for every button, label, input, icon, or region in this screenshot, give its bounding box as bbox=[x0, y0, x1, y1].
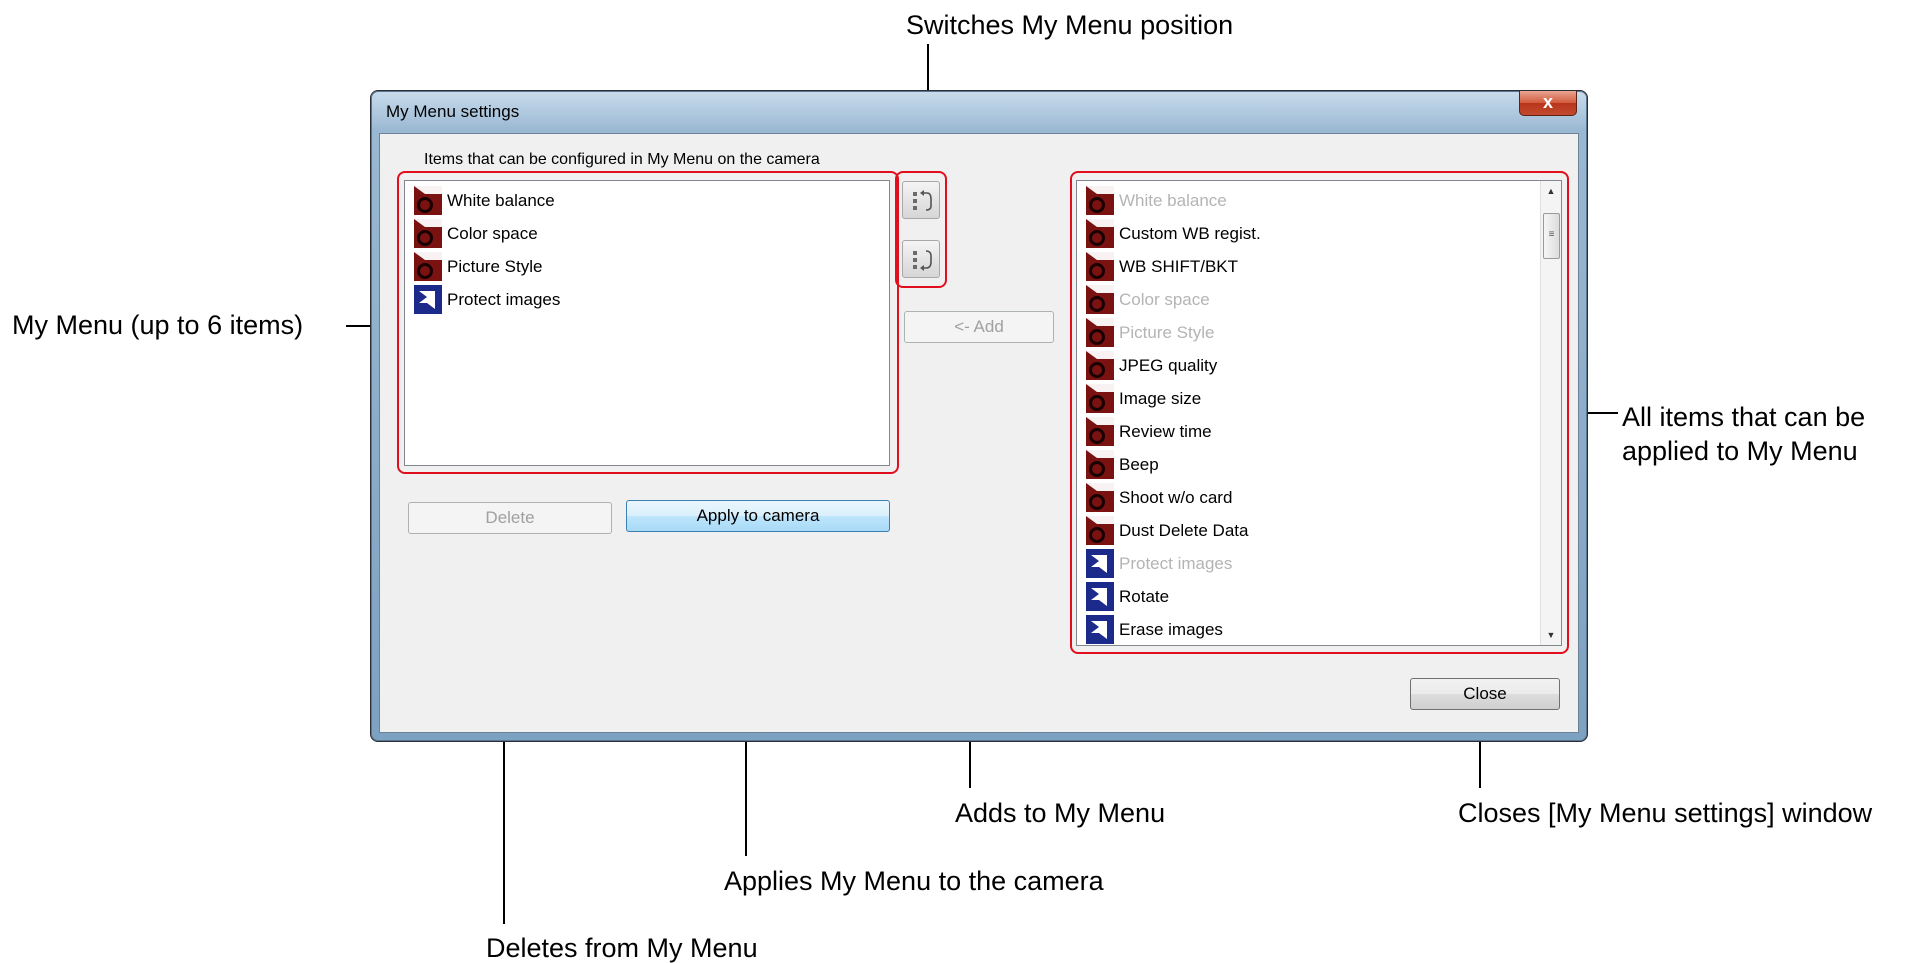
list-item[interactable]: Beep bbox=[1085, 448, 1561, 481]
move-up-button[interactable] bbox=[902, 181, 940, 219]
camera-shooting-icon bbox=[414, 252, 442, 281]
camera-shooting-icon bbox=[1086, 483, 1114, 512]
camera-shooting-icon bbox=[414, 186, 442, 215]
camera-shooting-icon bbox=[1086, 318, 1114, 347]
list-item[interactable]: White balance bbox=[413, 184, 889, 217]
title-bar: My Menu settings x bbox=[371, 91, 1587, 133]
all-items-scrollbar[interactable]: ▲ ≡ ▼ bbox=[1540, 181, 1561, 645]
list-item[interactable]: Picture Style bbox=[1085, 316, 1561, 349]
list-item-label: Shoot w/o card bbox=[1119, 487, 1233, 507]
delete-button[interactable]: Delete bbox=[408, 502, 612, 534]
list-item[interactable]: Protect images bbox=[1085, 547, 1561, 580]
list-item[interactable]: Picture Style bbox=[413, 250, 889, 283]
camera-shooting-icon bbox=[1086, 186, 1114, 215]
list-item[interactable]: Shoot w/o card bbox=[1085, 481, 1561, 514]
callout-all-items-line1: All items that can be bbox=[1622, 402, 1866, 432]
callout-closes: Closes [My Menu settings] window bbox=[1458, 798, 1873, 828]
scroll-thumb[interactable]: ≡ bbox=[1543, 213, 1560, 259]
camera-shooting-icon bbox=[1086, 252, 1114, 281]
list-item[interactable]: Dust Delete Data bbox=[1085, 514, 1561, 547]
list-item[interactable]: Erase images bbox=[1085, 613, 1561, 645]
list-item[interactable]: White balance bbox=[1085, 184, 1561, 217]
list-item-label: Review time bbox=[1119, 421, 1212, 441]
list-item-label: JPEG quality bbox=[1119, 355, 1218, 375]
window-title: My Menu settings bbox=[386, 102, 520, 121]
list-item-label: Rotate bbox=[1119, 586, 1170, 606]
playback-icon bbox=[1086, 615, 1114, 644]
list-item-label: Image size bbox=[1119, 388, 1202, 408]
list-item[interactable]: Image size bbox=[1085, 382, 1561, 415]
list-item[interactable]: Rotate bbox=[1085, 580, 1561, 613]
move-down-button[interactable] bbox=[902, 240, 940, 278]
list-item[interactable]: Color space bbox=[413, 217, 889, 250]
apply-to-camera-button[interactable]: Apply to camera bbox=[626, 500, 890, 532]
my-menu-list[interactable]: White balance Color space Picture Style Pro… bbox=[404, 180, 890, 466]
callout-applies: Applies My Menu to the camera bbox=[724, 866, 1104, 896]
list-item[interactable]: Color space bbox=[1085, 283, 1561, 316]
add-button[interactable]: <- Add bbox=[904, 311, 1054, 343]
list-item[interactable]: Custom WB regist. bbox=[1085, 217, 1561, 250]
list-item-label: Dust Delete Data bbox=[1119, 520, 1249, 540]
list-item-label: Protect images bbox=[1119, 553, 1233, 573]
scroll-up-arrow-icon[interactable]: ▲ bbox=[1541, 181, 1561, 201]
list-item-label: White balance bbox=[447, 190, 555, 210]
list-item-label: Erase images bbox=[1119, 619, 1223, 639]
move-up-icon bbox=[913, 190, 932, 211]
list-item-label: Custom WB regist. bbox=[1119, 223, 1261, 243]
callout-switch-position: Switches My Menu position bbox=[906, 10, 1234, 40]
camera-shooting-icon bbox=[1086, 417, 1114, 446]
list-item-label: White balance bbox=[1119, 190, 1227, 210]
callout-all-items-line2: applied to My Menu bbox=[1622, 436, 1858, 466]
list-item-label: Color space bbox=[1119, 289, 1210, 309]
list-item[interactable]: Review time bbox=[1085, 415, 1561, 448]
list-item[interactable]: Protect images bbox=[413, 283, 889, 316]
list-item-label: Protect images bbox=[447, 289, 561, 309]
callout-adds: Adds to My Menu bbox=[955, 798, 1166, 828]
close-button[interactable]: Close bbox=[1410, 678, 1560, 710]
list-item[interactable]: JPEG quality bbox=[1085, 349, 1561, 382]
camera-shooting-icon bbox=[1086, 219, 1114, 248]
camera-shooting-icon bbox=[1086, 384, 1114, 413]
callout-deletes: Deletes from My Menu bbox=[486, 933, 758, 963]
camera-shooting-icon bbox=[1086, 351, 1114, 380]
camera-shooting-icon bbox=[414, 219, 442, 248]
all-items-list[interactable]: White balance Custom WB regist. WB SHIFT/B… bbox=[1076, 180, 1562, 646]
configurable-items-label: Items that can be configured in My Menu … bbox=[424, 151, 820, 168]
list-item-label: Picture Style bbox=[1119, 322, 1215, 342]
camera-shooting-icon bbox=[1086, 285, 1114, 314]
playback-icon bbox=[414, 285, 442, 314]
list-item[interactable]: WB SHIFT/BKT bbox=[1085, 250, 1561, 283]
window-close-button[interactable]: x bbox=[1519, 91, 1577, 116]
camera-shooting-icon bbox=[1086, 450, 1114, 479]
playback-icon bbox=[1086, 582, 1114, 611]
list-item-label: Beep bbox=[1119, 454, 1159, 474]
move-down-icon bbox=[913, 250, 932, 271]
list-item-label: Color space bbox=[447, 223, 538, 243]
camera-shooting-icon bbox=[1086, 516, 1114, 545]
callout-my-menu: My Menu (up to 6 items) bbox=[12, 310, 304, 340]
list-item-label: WB SHIFT/BKT bbox=[1119, 256, 1238, 276]
playback-icon bbox=[1086, 549, 1114, 578]
scroll-down-arrow-icon[interactable]: ▼ bbox=[1541, 625, 1561, 645]
list-item-label: Picture Style bbox=[447, 256, 543, 276]
